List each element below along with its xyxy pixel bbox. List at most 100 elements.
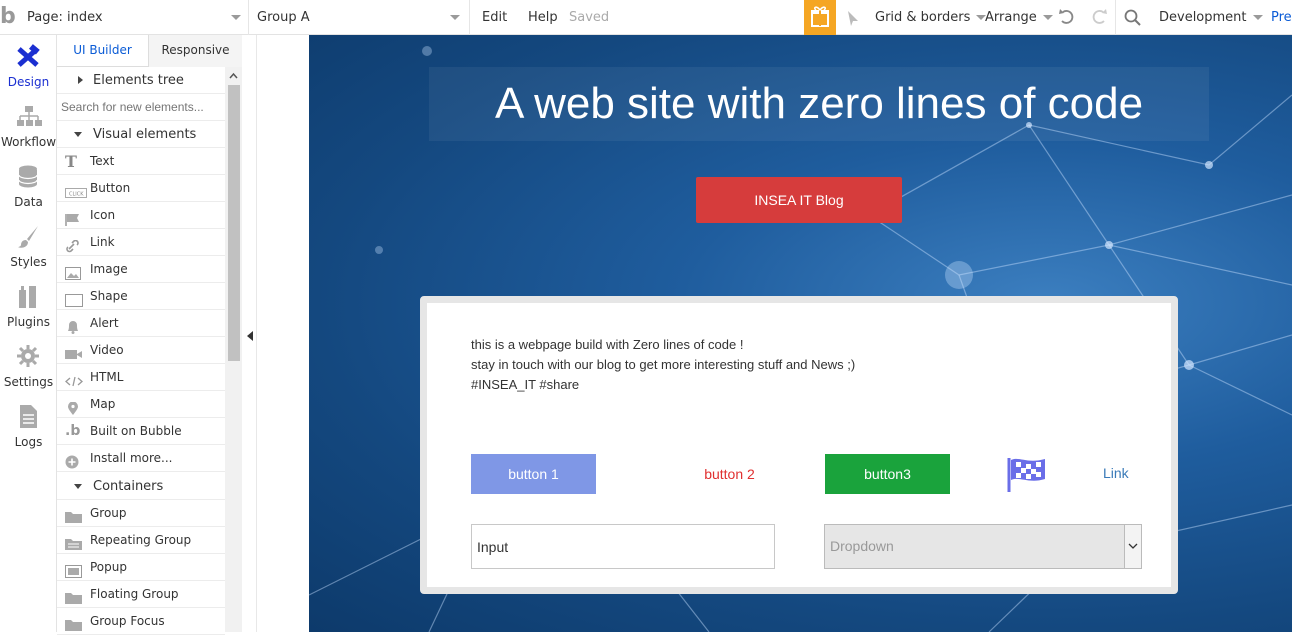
chevron-up-icon[interactable]: [225, 69, 242, 83]
card-text-line: #INSEA_IT #share: [471, 377, 580, 392]
bubble-logo-icon: .b: [65, 423, 81, 439]
element-group[interactable]: Group: [57, 500, 225, 527]
dropdown-value: Dropdown: [830, 538, 894, 554]
grid-borders-menu[interactable]: Grid & borders: [875, 0, 987, 35]
flag-icon: [65, 209, 81, 226]
element-label: Video: [90, 343, 124, 357]
element-group-focus[interactable]: Group Focus: [57, 608, 225, 635]
dropdown[interactable]: Dropdown: [824, 524, 1142, 569]
element-label: Button: [90, 181, 131, 195]
nav-workflow[interactable]: Workflow: [0, 95, 57, 155]
element-text[interactable]: T Text: [57, 148, 225, 175]
brush-icon: [18, 226, 38, 248]
search-icon[interactable]: [1124, 0, 1142, 35]
element-search-input[interactable]: [61, 95, 221, 119]
card-link[interactable]: Link: [1103, 465, 1129, 481]
button-2[interactable]: button 2: [667, 454, 792, 494]
link-icon: [65, 236, 81, 253]
containers-label: Containers: [93, 479, 164, 494]
shape-icon: [65, 290, 83, 307]
map-pin-icon: [65, 398, 81, 415]
containers-header[interactable]: Containers: [57, 473, 225, 500]
panel-scrollbar-thumb[interactable]: [228, 85, 240, 361]
nav-data[interactable]: Data: [0, 155, 57, 215]
folder-icon: [65, 588, 82, 604]
video-icon: [65, 344, 82, 359]
page-selector[interactable]: Page: index: [27, 0, 245, 35]
nav-label: Workflow: [0, 135, 57, 149]
panel-tabs: UI Builder Responsive: [57, 35, 242, 67]
element-video[interactable]: Video: [57, 337, 225, 364]
element-repeating-group[interactable]: Repeating Group: [57, 527, 225, 554]
pointer-icon[interactable]: [846, 0, 862, 35]
tab-ui-builder[interactable]: UI Builder: [57, 35, 149, 67]
preview-button[interactable]: Prev: [1271, 0, 1292, 35]
button-1[interactable]: button 1: [471, 454, 596, 494]
divider: [248, 0, 249, 35]
elements-tree-toggle[interactable]: Elements tree: [57, 67, 225, 94]
checkered-flag-icon[interactable]: [1005, 454, 1049, 494]
folder-icon: [65, 534, 82, 550]
database-icon: [18, 165, 38, 188]
element-built-on-bubble[interactable]: .b Built on Bubble: [57, 418, 225, 445]
nav-label: Styles: [10, 255, 47, 269]
chevron-down-icon: [1042, 15, 1053, 20]
element-label: Alert: [90, 316, 119, 330]
image-icon: [65, 263, 81, 280]
nav-label: Settings: [3, 375, 54, 389]
blog-button[interactable]: INSEA IT Blog: [696, 177, 902, 223]
elements-panel: UI Builder Responsive Elements tree Visu…: [57, 35, 242, 635]
environment-selector[interactable]: Development: [1159, 0, 1263, 35]
element-button[interactable]: CLICK Button: [57, 175, 225, 202]
divider: [1115, 0, 1116, 35]
element-popup[interactable]: Popup: [57, 554, 225, 581]
element-shape[interactable]: Shape: [57, 283, 225, 310]
element-selector-label: Group A: [257, 10, 310, 25]
nav-styles[interactable]: Styles: [0, 215, 57, 275]
element-label: Map: [90, 397, 116, 411]
element-label: HTML: [90, 370, 124, 384]
arrange-label: Arrange: [985, 10, 1037, 25]
nav-plugins[interactable]: Plugins: [0, 275, 57, 335]
nav-design[interactable]: Design: [0, 35, 57, 95]
element-image[interactable]: Image: [57, 256, 225, 283]
gift-icon[interactable]: [804, 0, 836, 35]
button-3[interactable]: button3: [825, 454, 950, 494]
help-menu[interactable]: Help: [528, 0, 558, 35]
element-map[interactable]: Map: [57, 391, 225, 418]
nav-settings[interactable]: Settings: [0, 335, 57, 395]
tab-responsive[interactable]: Responsive: [149, 35, 242, 67]
bubble-logo[interactable]: b: [0, 0, 18, 35]
chevron-down-icon: [1252, 15, 1263, 20]
plugin-icon: [19, 286, 36, 308]
redo-icon[interactable]: [1090, 0, 1108, 35]
nav-label: Design: [7, 75, 50, 89]
element-label: Popup: [90, 560, 127, 574]
element-link[interactable]: Link: [57, 229, 225, 256]
nav-logs[interactable]: Logs: [0, 395, 57, 455]
caret-down-icon: [74, 132, 82, 137]
folder-icon: [65, 615, 82, 631]
text-input[interactable]: [471, 524, 775, 569]
saved-status: Saved: [569, 10, 610, 25]
element-floating-group[interactable]: Floating Group: [57, 581, 225, 608]
visual-elements-header[interactable]: Visual elements: [57, 121, 225, 148]
collapse-panel-icon[interactable]: [246, 331, 254, 341]
element-alert[interactable]: Alert: [57, 310, 225, 337]
visual-elements-label: Visual elements: [93, 127, 197, 142]
edit-menu[interactable]: Edit: [482, 0, 507, 35]
element-label: Group Focus: [90, 614, 165, 628]
card-text-line: stay in touch with our blog to get more …: [471, 357, 856, 372]
undo-icon[interactable]: [1058, 0, 1076, 35]
text-icon: T: [65, 152, 77, 171]
element-icon[interactable]: Icon: [57, 202, 225, 229]
element-html[interactable]: HTML: [57, 364, 225, 391]
element-install-more[interactable]: Install more...: [57, 445, 225, 472]
gear-icon: [17, 345, 39, 367]
gutter-divider: [256, 35, 257, 632]
element-selector[interactable]: Group A: [257, 0, 465, 35]
arrange-menu[interactable]: Arrange: [985, 0, 1053, 35]
hero-title: A web site with zero lines of code: [429, 67, 1209, 141]
page-selector-label: Page: index: [27, 10, 103, 25]
workflow-icon: [17, 106, 42, 126]
